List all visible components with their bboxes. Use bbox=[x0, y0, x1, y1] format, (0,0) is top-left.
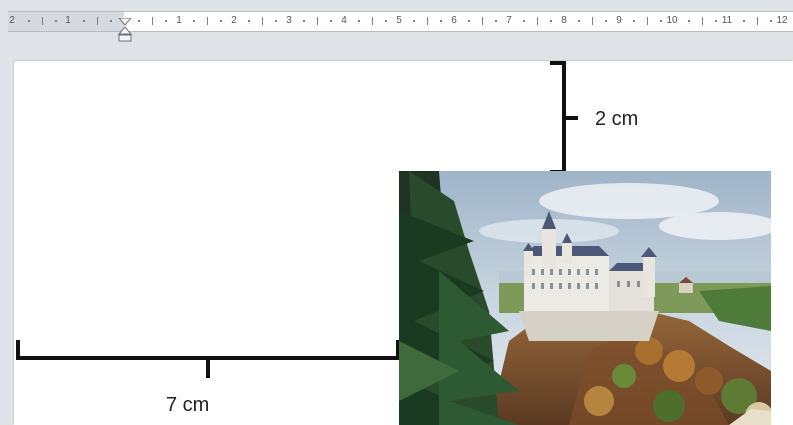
ruler-dot bbox=[605, 20, 608, 22]
indent-marker-icon[interactable] bbox=[118, 18, 132, 44]
ruler-number: 12 bbox=[776, 15, 788, 26]
ruler-dot bbox=[385, 20, 388, 22]
ruler-number: 2 bbox=[9, 15, 15, 26]
ruler-dot bbox=[165, 20, 168, 22]
ruler-tick bbox=[591, 17, 593, 25]
ruler-dot bbox=[577, 20, 580, 22]
ruler-dot bbox=[687, 20, 690, 22]
ruler-dot bbox=[247, 20, 250, 22]
vertical-distance-label: 2 cm bbox=[595, 108, 639, 130]
ruler-number: 1 bbox=[65, 15, 71, 26]
ruler-dot bbox=[550, 20, 553, 22]
ruler-tick bbox=[96, 17, 98, 25]
ruler-number: 8 bbox=[561, 15, 567, 26]
horizontal-distance-label: 7 cm bbox=[166, 394, 210, 416]
horizontal-ruler[interactable]: 2 1 1 2 3 4 5 6 7 8 9 10 11 12 bbox=[8, 11, 793, 42]
ruler-dot bbox=[357, 20, 360, 22]
ruler-tick bbox=[261, 17, 263, 25]
horizontal-ruler-bar: 2 1 1 2 3 4 5 6 7 8 9 10 11 12 bbox=[0, 0, 793, 42]
ruler-number: 9 bbox=[616, 15, 622, 26]
ruler-number: 4 bbox=[341, 15, 347, 26]
left-workspace-gutter bbox=[0, 42, 14, 425]
vertical-brace-icon bbox=[550, 61, 578, 174]
ruler-dot bbox=[192, 20, 195, 22]
ruler-dot bbox=[82, 20, 85, 22]
ruler-dot bbox=[440, 20, 443, 22]
ruler-dot bbox=[330, 20, 333, 22]
castle-photo[interactable] bbox=[399, 171, 771, 425]
ruler-number: 3 bbox=[286, 15, 292, 26]
castle-photo-icon bbox=[399, 171, 771, 425]
ruler-number: 11 bbox=[721, 15, 733, 26]
ruler-dot bbox=[412, 20, 415, 22]
ruler-dot bbox=[302, 20, 305, 22]
ruler-number: 1 bbox=[176, 15, 182, 26]
horizontal-brace-icon bbox=[16, 340, 400, 378]
ruler-tick bbox=[646, 17, 648, 25]
ruler-dot bbox=[55, 20, 58, 22]
ruler-dot bbox=[467, 20, 470, 22]
ruler-tick bbox=[371, 17, 373, 25]
ruler-tick bbox=[481, 17, 483, 25]
ruler-dot bbox=[770, 20, 773, 22]
ruler-dot bbox=[275, 20, 278, 22]
ruler-tick bbox=[756, 17, 758, 25]
ruler-tick bbox=[426, 17, 428, 25]
ruler-number: 10 bbox=[666, 15, 678, 26]
ruler-dot bbox=[660, 20, 663, 22]
ruler-tick bbox=[151, 17, 153, 25]
ruler-dot bbox=[632, 20, 635, 22]
ruler-tick bbox=[701, 17, 703, 25]
ruler-tick bbox=[206, 17, 208, 25]
ruler-dot bbox=[220, 20, 223, 22]
ruler-tick bbox=[41, 17, 43, 25]
ruler-number: 6 bbox=[451, 15, 457, 26]
ruler-dot bbox=[110, 20, 113, 22]
ruler-dot bbox=[495, 20, 498, 22]
ruler-dot bbox=[715, 20, 718, 22]
ruler-number: 5 bbox=[396, 15, 402, 26]
ruler-dot bbox=[137, 20, 140, 22]
ruler-dot bbox=[27, 20, 30, 22]
ruler-dot bbox=[742, 20, 745, 22]
ruler-tick bbox=[536, 17, 538, 25]
ruler-tick bbox=[316, 17, 318, 25]
ruler-number: 7 bbox=[506, 15, 512, 26]
ruler-dot bbox=[522, 20, 525, 22]
ruler-number: 2 bbox=[231, 15, 237, 26]
